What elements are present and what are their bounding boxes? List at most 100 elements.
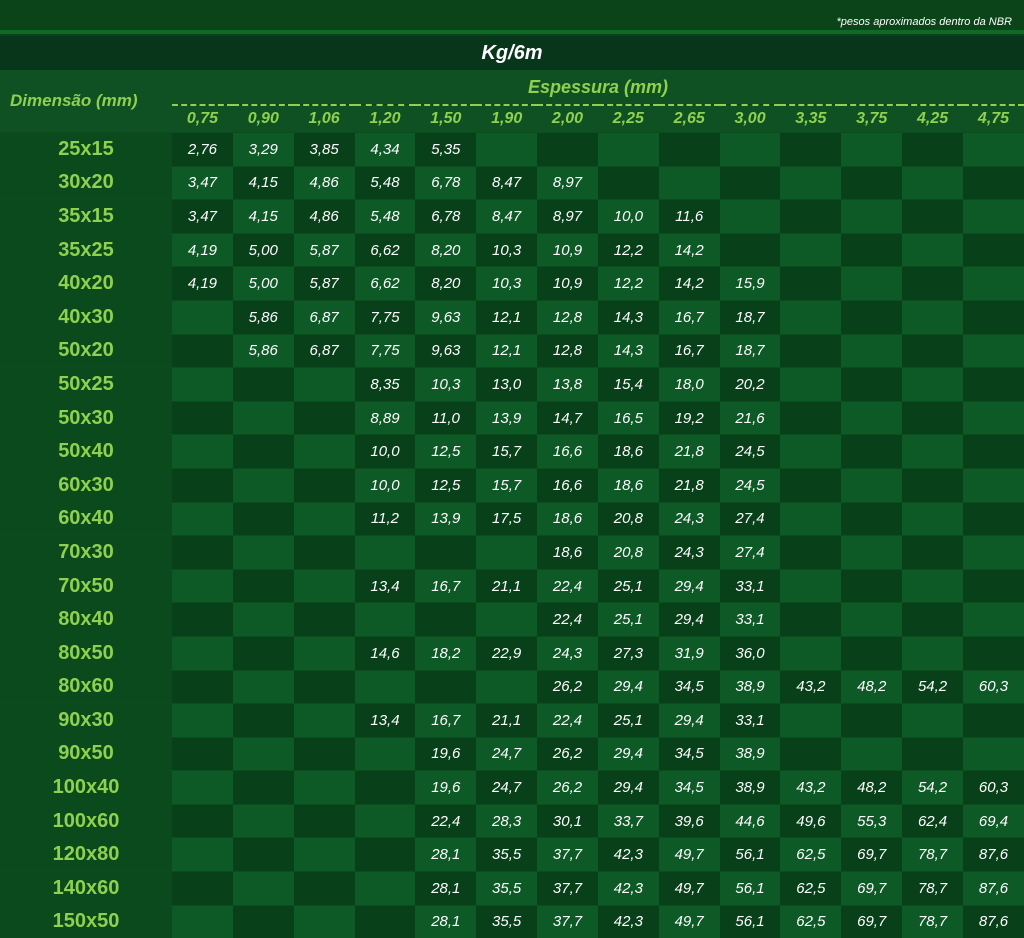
weight-cell — [963, 267, 1024, 301]
weight-cell: 18,6 — [537, 536, 598, 570]
weight-cell: 18,6 — [598, 468, 659, 502]
weight-cell: 22,4 — [537, 603, 598, 637]
weight-cell: 87,6 — [963, 872, 1024, 906]
table-row: 50x308,8911,013,914,716,519,221,6 — [0, 401, 1024, 435]
weight-cell — [233, 603, 294, 637]
weight-cell — [720, 133, 781, 167]
thickness-column-header: 1,50 — [415, 105, 476, 133]
weight-cell: 5,35 — [415, 133, 476, 167]
weight-cell: 36,0 — [720, 636, 781, 670]
weight-cell: 5,86 — [233, 334, 294, 368]
weight-cell — [294, 468, 355, 502]
weight-cell: 4,86 — [294, 166, 355, 200]
table-row: 25x152,763,293,854,345,35 — [0, 133, 1024, 167]
weight-cell — [233, 569, 294, 603]
weight-cell: 18,6 — [598, 435, 659, 469]
weight-cell — [963, 166, 1024, 200]
weight-cell: 12,2 — [598, 233, 659, 267]
table-row: 60x4011,213,917,518,620,824,327,4 — [0, 502, 1024, 536]
weight-cell: 42,3 — [598, 872, 659, 906]
weight-cell: 33,7 — [598, 804, 659, 838]
weight-cell — [780, 603, 841, 637]
weight-cell — [963, 536, 1024, 570]
weight-cell: 14,3 — [598, 334, 659, 368]
weight-cell: 29,4 — [659, 569, 720, 603]
dimension-cell: 80x60 — [0, 670, 172, 704]
weight-cell — [780, 704, 841, 738]
weight-cell: 6,87 — [294, 334, 355, 368]
thickness-header: Espessura (mm) — [172, 70, 1024, 105]
weight-cell: 24,3 — [659, 536, 720, 570]
table-row: 30x203,474,154,865,486,788,478,97 — [0, 166, 1024, 200]
weight-cell: 16,7 — [415, 704, 476, 738]
weight-cell — [902, 267, 963, 301]
weight-cell — [902, 502, 963, 536]
weight-cell — [963, 468, 1024, 502]
weight-cell: 15,7 — [476, 468, 537, 502]
weight-cell — [902, 704, 963, 738]
weight-cell: 37,7 — [537, 872, 598, 906]
weight-cell: 37,7 — [537, 838, 598, 872]
weight-cell: 20,8 — [598, 536, 659, 570]
weight-cell: 78,7 — [902, 872, 963, 906]
weight-cell: 78,7 — [902, 838, 963, 872]
weight-cell: 29,4 — [598, 737, 659, 771]
dimension-cell: 50x40 — [0, 435, 172, 469]
weight-cell — [841, 468, 902, 502]
weight-cell: 6,78 — [415, 166, 476, 200]
weight-cell: 5,00 — [233, 267, 294, 301]
weight-cell — [172, 468, 233, 502]
dimension-cell: 60x40 — [0, 502, 172, 536]
disclaimer-note: *pesos aproximados dentro da NBR — [837, 16, 1012, 28]
thickness-column-header: 1,90 — [476, 105, 537, 133]
dimension-cell: 90x50 — [0, 737, 172, 771]
weight-cell: 29,4 — [598, 670, 659, 704]
weight-cell: 69,7 — [841, 838, 902, 872]
weight-cell: 27,4 — [720, 536, 781, 570]
disclaimer-bar: *pesos aproximados dentro da NBR — [0, 0, 1024, 34]
weight-table: Dimensão (mm) Espessura (mm) 0,750,901,0… — [0, 70, 1024, 938]
weight-cell — [172, 804, 233, 838]
weight-cell — [780, 166, 841, 200]
weight-cell — [780, 200, 841, 234]
weight-cell — [841, 300, 902, 334]
weight-cell: 10,9 — [537, 233, 598, 267]
weight-cell: 10,3 — [476, 267, 537, 301]
weight-cell — [233, 536, 294, 570]
weight-cell: 18,7 — [720, 300, 781, 334]
weight-cell: 38,9 — [720, 737, 781, 771]
weight-cell — [902, 737, 963, 771]
weight-cell — [780, 569, 841, 603]
weight-cell: 24,3 — [659, 502, 720, 536]
dimension-cell: 40x30 — [0, 300, 172, 334]
weight-cell: 5,87 — [294, 233, 355, 267]
weight-cell — [355, 771, 416, 805]
table-row: 90x3013,416,721,122,425,129,433,1 — [0, 704, 1024, 738]
thickness-column-header: 1,06 — [294, 105, 355, 133]
weight-cell — [233, 636, 294, 670]
weight-cell: 39,6 — [659, 804, 720, 838]
weight-cell: 8,97 — [537, 200, 598, 234]
thickness-column-header: 0,75 — [172, 105, 233, 133]
weight-cell — [294, 737, 355, 771]
dimension-cell: 50x30 — [0, 401, 172, 435]
weight-cell: 2,76 — [172, 133, 233, 167]
weight-cell: 34,5 — [659, 670, 720, 704]
weight-cell: 12,1 — [476, 300, 537, 334]
weight-cell: 9,63 — [415, 300, 476, 334]
weight-cell — [476, 133, 537, 167]
weight-cell — [233, 468, 294, 502]
thickness-column-header: 3,35 — [780, 105, 841, 133]
weight-cell: 19,6 — [415, 737, 476, 771]
weight-cell — [233, 838, 294, 872]
weight-cell: 4,86 — [294, 200, 355, 234]
weight-cell: 5,87 — [294, 267, 355, 301]
weight-cell: 5,48 — [355, 200, 416, 234]
weight-cell — [780, 636, 841, 670]
weight-cell: 10,9 — [537, 267, 598, 301]
weight-cell: 17,5 — [476, 502, 537, 536]
weight-cell: 26,2 — [537, 670, 598, 704]
weight-cell — [233, 435, 294, 469]
weight-cell — [294, 502, 355, 536]
weight-cell: 27,3 — [598, 636, 659, 670]
